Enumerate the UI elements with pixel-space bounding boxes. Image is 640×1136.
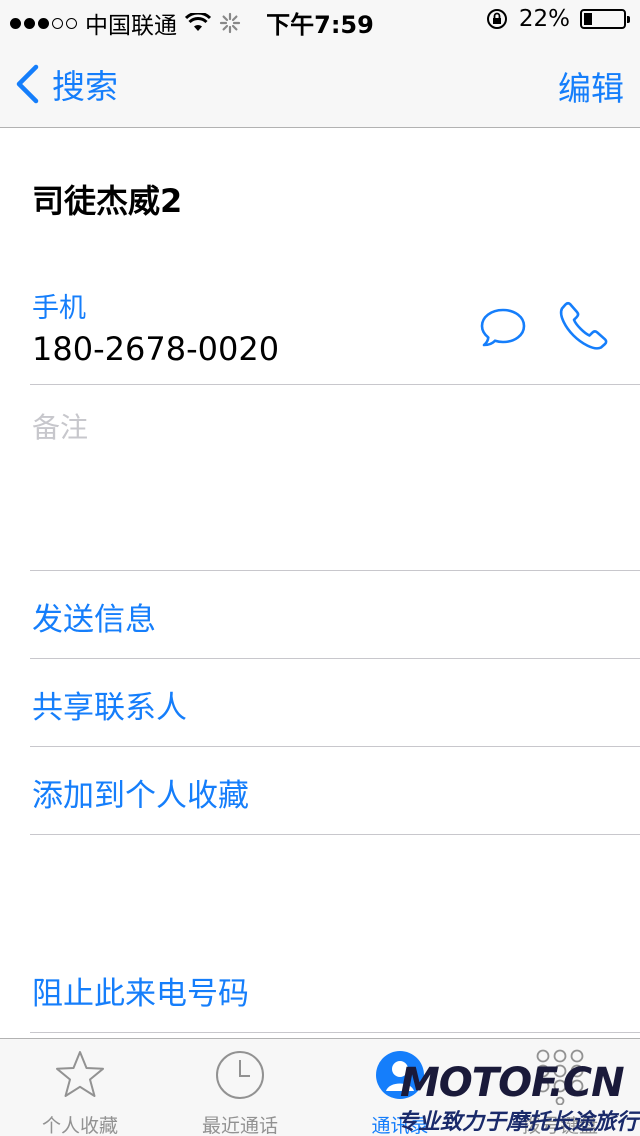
battery-icon [580, 9, 630, 29]
chevron-left-icon [16, 64, 39, 104]
clock-icon [216, 1051, 264, 1099]
add-to-favorites-button[interactable]: 添加到个人收藏 [32, 770, 249, 815]
watermark-brand: MOTOF.CN [400, 1060, 625, 1106]
divider [30, 834, 640, 835]
battery-percent: 22% [518, 6, 570, 32]
tab-favorites-label: 个人收藏 [41, 1115, 118, 1136]
divider [30, 570, 640, 571]
status-right: 22% [485, 6, 630, 32]
divider [30, 658, 640, 659]
star-icon [56, 1051, 104, 1097]
watermark: MOTOF.CN 专业致力于摩托长途旅行 [396, 1060, 640, 1136]
divider [30, 1032, 640, 1033]
back-button[interactable]: 搜索 [14, 60, 118, 108]
notes-field[interactable]: 备注 [32, 406, 88, 446]
message-bubble-icon[interactable] [478, 302, 528, 352]
edit-button[interactable]: 编辑 [558, 62, 624, 110]
phone-row[interactable]: 手机 180-2678-0020 [0, 282, 640, 384]
divider [30, 746, 640, 747]
phone-type-label: 手机 [32, 293, 86, 324]
status-bar: 中国联通 下午7:59 22% [0, 0, 640, 40]
navigation-bar: 搜索 编辑 [0, 40, 640, 128]
tab-recents-label: 最近通话 [201, 1115, 278, 1136]
contact-name: 司徒杰威2 [32, 182, 183, 220]
divider [30, 384, 640, 385]
send-message-button[interactable]: 发送信息 [32, 594, 156, 639]
rotation-lock-icon [486, 9, 507, 29]
block-caller-button[interactable]: 阻止此来电号码 [32, 968, 249, 1013]
tab-recents[interactable]: 最近通话 [160, 1039, 320, 1136]
watermark-slogan: 专业致力于摩托长途旅行 [396, 1110, 639, 1135]
back-button-label: 搜索 [52, 67, 118, 106]
phone-number[interactable]: 180-2678-0020 [32, 330, 279, 368]
share-contact-button[interactable]: 共享联系人 [32, 682, 187, 727]
phone-call-icon[interactable] [558, 300, 610, 352]
tab-favorites[interactable]: 个人收藏 [0, 1039, 160, 1136]
